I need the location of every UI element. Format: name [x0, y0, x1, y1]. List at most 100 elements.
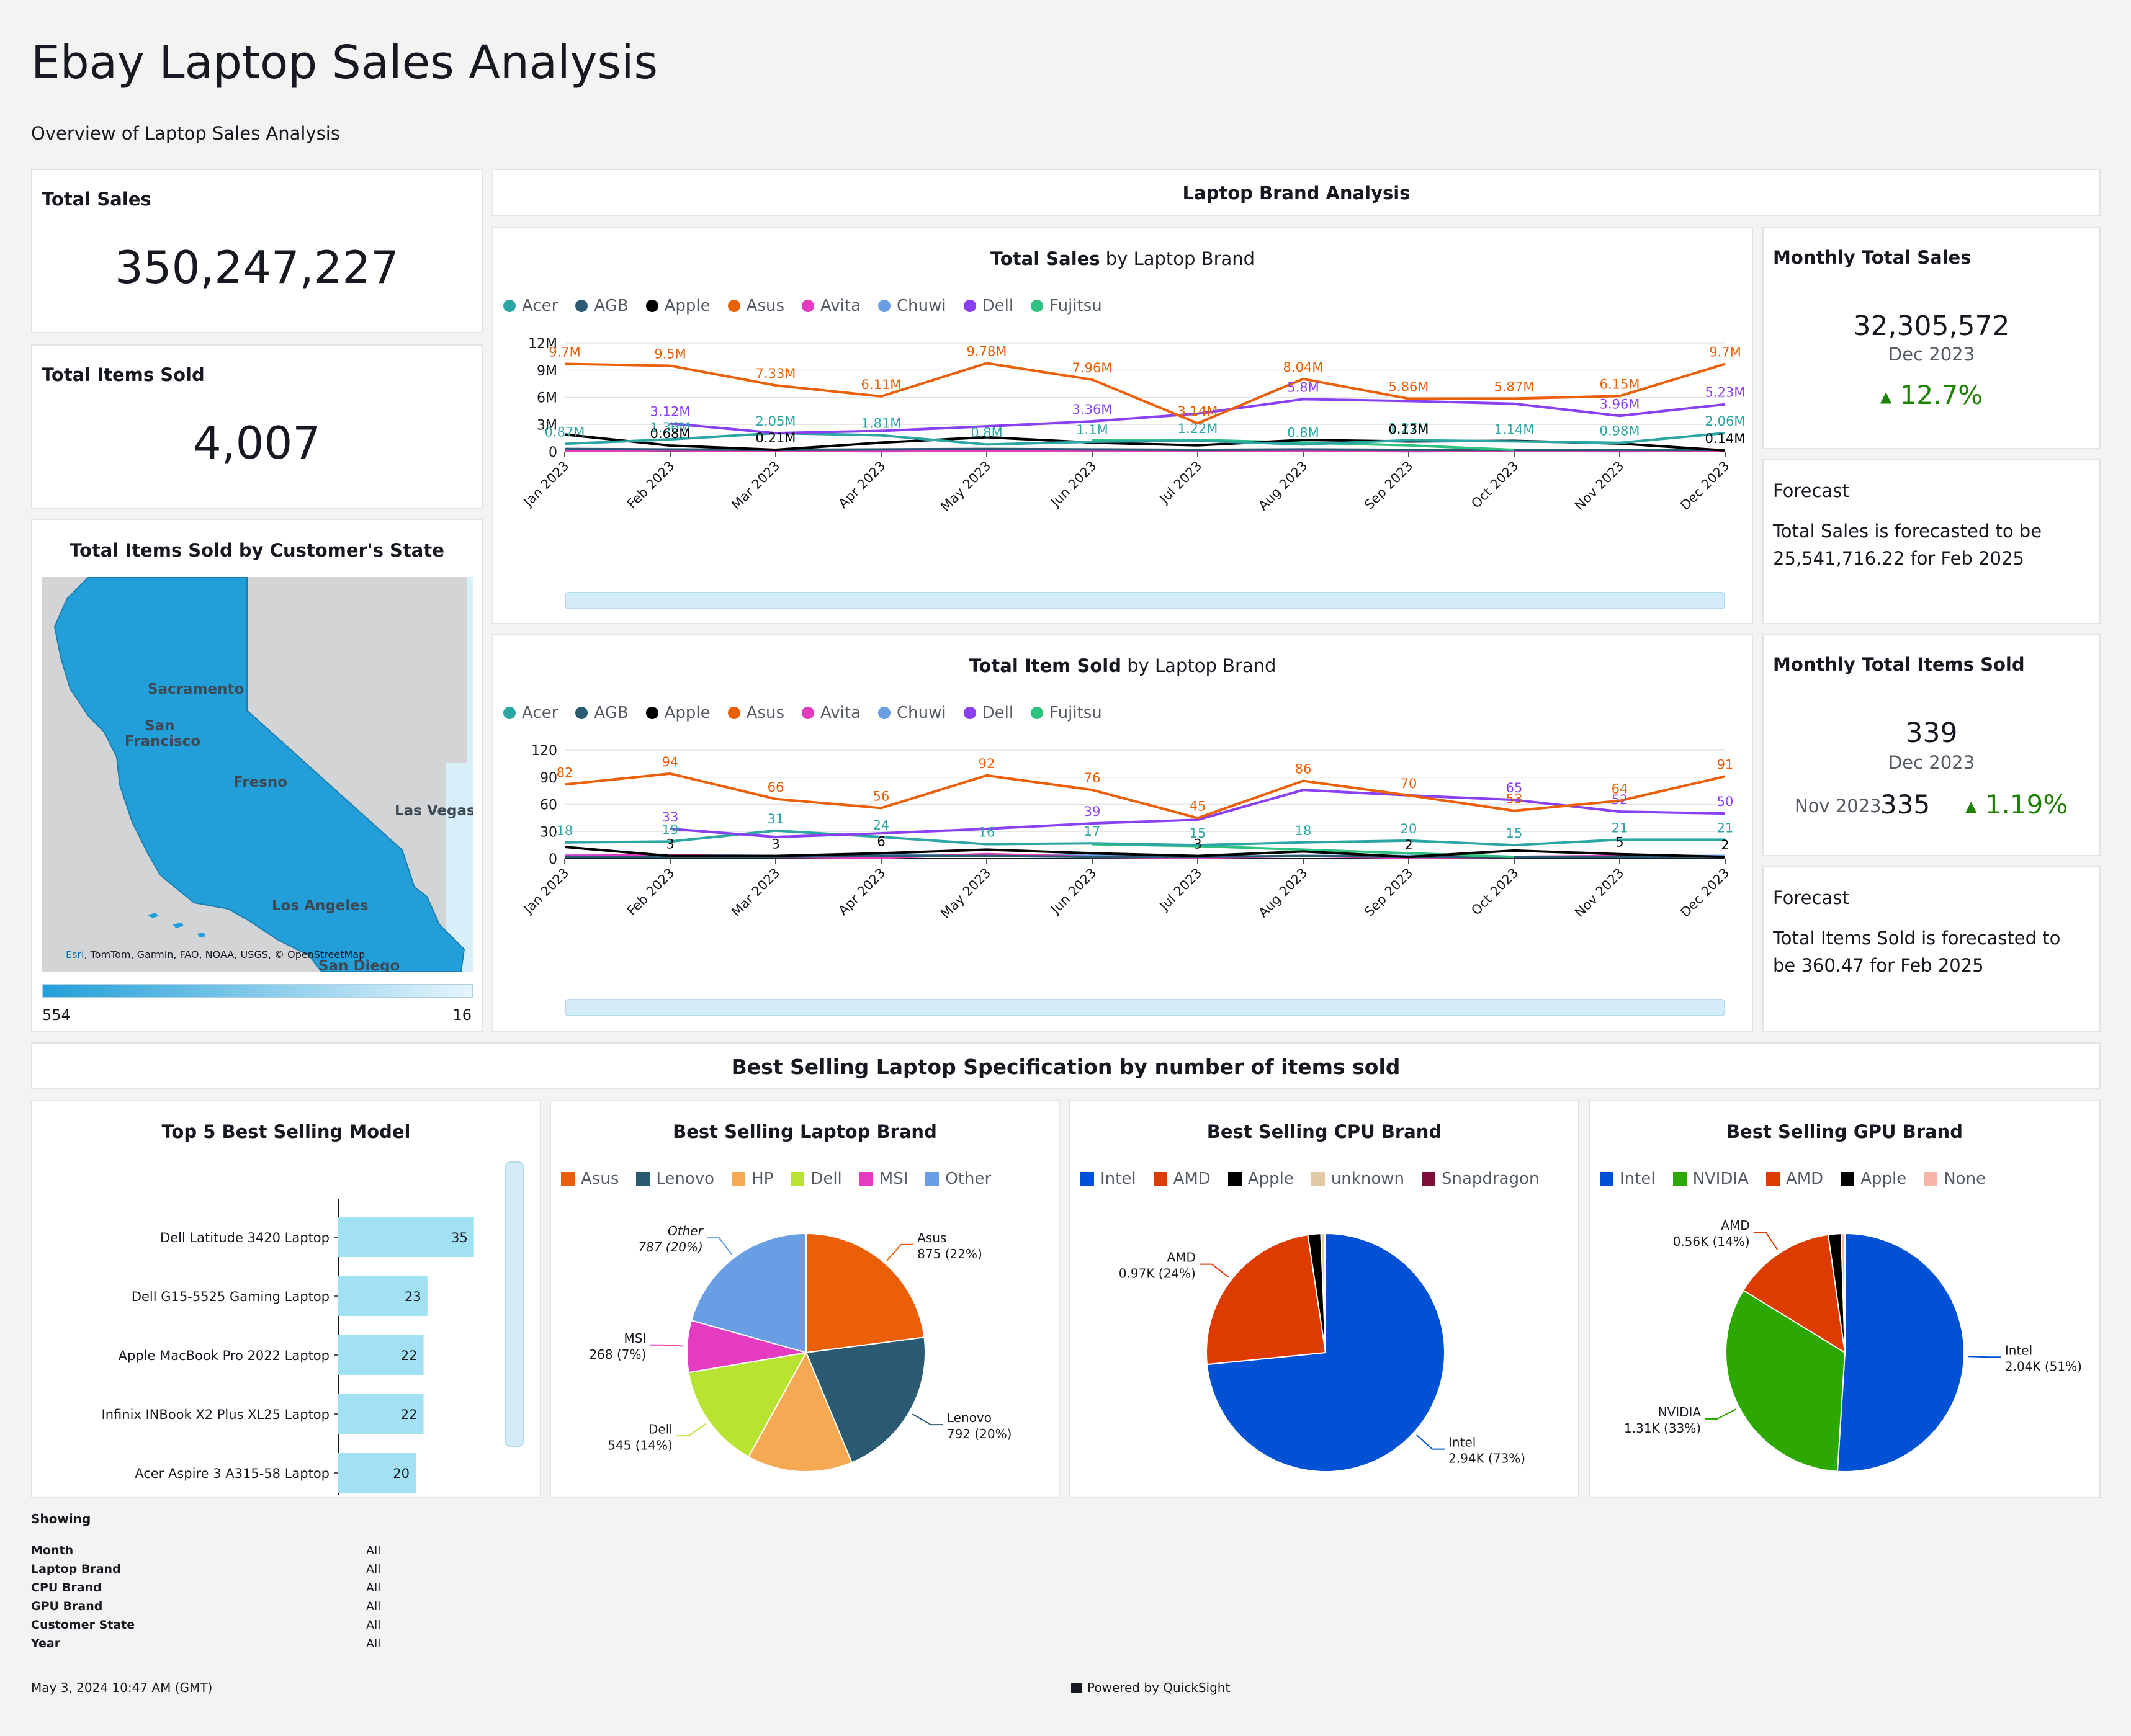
legend-item[interactable]: Dell [791, 1170, 842, 1188]
legend-item[interactable]: Other [925, 1170, 991, 1188]
legend-item[interactable]: AMD [1153, 1170, 1211, 1188]
pie-label-name: Dell [648, 1421, 673, 1436]
laptop-brand-pie[interactable]: Asus875 (22%) Lenovo792 (20%) Dell 545 (14%… [551, 1204, 1059, 1495]
data-label: 3.12M [650, 405, 691, 419]
monthly-sales-value: 32,305,572 [1853, 310, 2010, 342]
city-label: Francisco [125, 733, 200, 749]
legend-item[interactable]: Dell [963, 297, 1013, 315]
legend-item[interactable]: Apple [645, 297, 711, 315]
page-subtitle: Overview of Laptop Sales Analysis [31, 123, 340, 144]
legend-item[interactable]: Apple [1841, 1170, 1906, 1188]
footer-timestamp: May 3, 2024 10:47 AM (GMT) [31, 1680, 213, 1695]
data-label: 5.86M [1389, 380, 1429, 395]
series-line-acer [564, 829, 1725, 847]
chart-legend[interactable]: Acer AGB Apple Asus Avita Chuwi Dell Fuj… [503, 704, 1102, 722]
x-tick-label: Apr 2023 [835, 459, 888, 511]
bar-scrollbar[interactable] [505, 1161, 524, 1447]
legend-item[interactable]: Snapdragon [1421, 1170, 1539, 1188]
x-tick-label: Jun 2023 [1047, 459, 1099, 511]
items-line-plot[interactable]: 0 30 60 90 120 Jan 2023 Feb 2023 Mar 2023 Apr 20… [493, 725, 1752, 1029]
pie-label-name: Asus [917, 1230, 946, 1245]
legend-item[interactable]: Intel [1600, 1170, 1656, 1188]
y-tick-label: 9M [537, 364, 557, 379]
total-items-card[interactable]: Total Items Sold 4,007 [31, 344, 483, 509]
legend-item[interactable]: Intel [1080, 1170, 1136, 1188]
pie-legend[interactable]: Intel AMD Apple unknown Snapdragon [1080, 1170, 1539, 1188]
legend-item[interactable]: Apple [645, 704, 711, 722]
chart-scrollbar[interactable] [565, 592, 1725, 609]
map-card[interactable]: Total Items Sold by Customer's State Sac… [31, 519, 483, 1032]
prev-period-value: 335 [1880, 789, 1931, 820]
data-label: 2.06M [1705, 414, 1746, 429]
x-tick-label: Jun 2023 [1047, 866, 1099, 918]
legend-item[interactable]: Asus [727, 297, 784, 315]
legend-item[interactable]: MSI [859, 1170, 908, 1188]
category-label: Dell Latitude 3420 Laptop [160, 1230, 330, 1245]
data-label: 19 [662, 822, 679, 837]
filter-row: Year All [31, 1637, 381, 1650]
monthly-sales-period: Dec 2023 [1888, 344, 1975, 365]
legend-item[interactable]: AGB [575, 704, 629, 722]
legend-item[interactable]: Lenovo [636, 1170, 714, 1188]
sales-line-plot[interactable]: 03M6M9M12MJan 2023 Feb 2023 Mar 2023 Apr 20… [493, 318, 1752, 622]
data-label: 2 [1404, 838, 1412, 852]
gpu-brand-pie-card[interactable]: Best Selling GPU Brand Intel NVIDIA AMD … [1589, 1100, 2101, 1498]
legend-item[interactable]: Fujitsu [1031, 704, 1102, 722]
pie-leader-line [1416, 1434, 1445, 1450]
cpu-brand-pie-card[interactable]: Best Selling CPU Brand Intel AMD Apple u… [1069, 1100, 1579, 1498]
top-models-bar-plot[interactable]: 010203040Dell Latitude 3420 Laptop35Dell… [32, 1148, 540, 1495]
data-label: 16 [979, 825, 995, 840]
monthly-items-value: 339 [1905, 717, 1958, 749]
gpu-brand-pie[interactable]: Intel2.04K (51%) NVIDIA1.31K (33%) AMD0.56… [1590, 1204, 2099, 1495]
legend-item[interactable]: Chuwi [878, 704, 946, 722]
city-label: Fresno [233, 774, 287, 790]
legend-item[interactable]: AMD [1765, 1170, 1823, 1188]
legend-item[interactable]: unknown [1311, 1170, 1404, 1188]
chart-scrollbar[interactable] [565, 999, 1725, 1016]
data-label: 0.87M [545, 424, 585, 439]
pie-legend[interactable]: Intel NVIDIA AMD Apple None [1600, 1170, 1986, 1188]
pie-legend[interactable]: Asus Lenovo HP Dell MSI Other [561, 1170, 991, 1188]
forecast-sales-card[interactable]: Forecast Total Sales is forecasted to be… [1762, 459, 2101, 624]
data-label: 3 [1193, 837, 1201, 852]
data-label: 76 [1084, 771, 1101, 785]
city-label: Los Angeles [272, 898, 369, 914]
legend-min: 16 [452, 1006, 472, 1024]
data-label: 82 [557, 765, 573, 780]
monthly-sales-card[interactable]: Monthly Total Sales 32,305,572 Dec 2023 … [1762, 227, 2101, 449]
top-models-card[interactable]: Top 5 Best Selling Model 010203040Dell L… [31, 1100, 541, 1498]
legend-item[interactable]: Acer [503, 704, 558, 722]
legend-item[interactable]: AGB [575, 297, 629, 315]
pie-label-value: 0.56K (14%) [1673, 1234, 1750, 1249]
map-attribution[interactable]: Esri, TomTom, Garmin, FAO, NOAA, USGS, ©… [66, 949, 365, 960]
legend-item[interactable]: Asus [561, 1170, 619, 1188]
legend-item[interactable]: Avita [802, 704, 861, 722]
monthly-items-period: Dec 2023 [1888, 752, 1975, 773]
state-map[interactable]: Sacramento San Francisco Fresno Las Vega… [42, 577, 473, 972]
sales-line-chart-card[interactable]: Total Sales by Laptop Brand Acer AGB App… [492, 227, 1753, 624]
y-tick-label: 0 [549, 852, 557, 867]
laptop-brand-pie-card[interactable]: Best Selling Laptop Brand Asus Lenovo HP… [550, 1100, 1060, 1498]
monthly-sales-change: ▲ 12.7% [1880, 380, 1983, 410]
legend-item[interactable]: Fujitsu [1031, 297, 1102, 315]
forecast-text: Total Sales is forecasted to be 25,541,7… [1773, 521, 2042, 569]
legend-item[interactable]: HP [732, 1170, 773, 1188]
forecast-items-card[interactable]: Forecast Total Items Sold is forecasted … [1762, 866, 2101, 1032]
legend-item[interactable]: Apple [1227, 1170, 1294, 1188]
cpu-brand-pie[interactable]: Intel2.94K (73%) AMD0.97K (24%) [1070, 1204, 1578, 1495]
chart-legend[interactable]: Acer AGB Apple Asus Avita Chuwi Dell Fuj… [503, 297, 1102, 315]
legend-item[interactable]: Dell [963, 704, 1013, 722]
pie-label-value: 875 (22%) [917, 1246, 982, 1261]
legend-item[interactable]: None [1924, 1170, 1986, 1188]
data-label: 1.1M [1076, 423, 1108, 437]
legend-item[interactable]: Chuwi [878, 297, 946, 315]
total-sales-card[interactable]: Total Sales 350,247,227 [31, 169, 483, 333]
legend-item[interactable]: Asus [727, 704, 784, 722]
monthly-items-card[interactable]: Monthly Total Items Sold 339 Dec 2023 No… [1762, 634, 2101, 856]
legend-item[interactable]: NVIDIA [1672, 1170, 1749, 1188]
items-line-chart-card[interactable]: Total Item Sold by Laptop Brand Acer AGB… [492, 634, 1753, 1032]
category-label: Dell G15-5525 Gaming Laptop [132, 1289, 330, 1304]
legend-item[interactable]: Acer [503, 297, 558, 315]
y-tick-label: 120 [531, 743, 557, 759]
legend-item[interactable]: Avita [802, 297, 861, 315]
